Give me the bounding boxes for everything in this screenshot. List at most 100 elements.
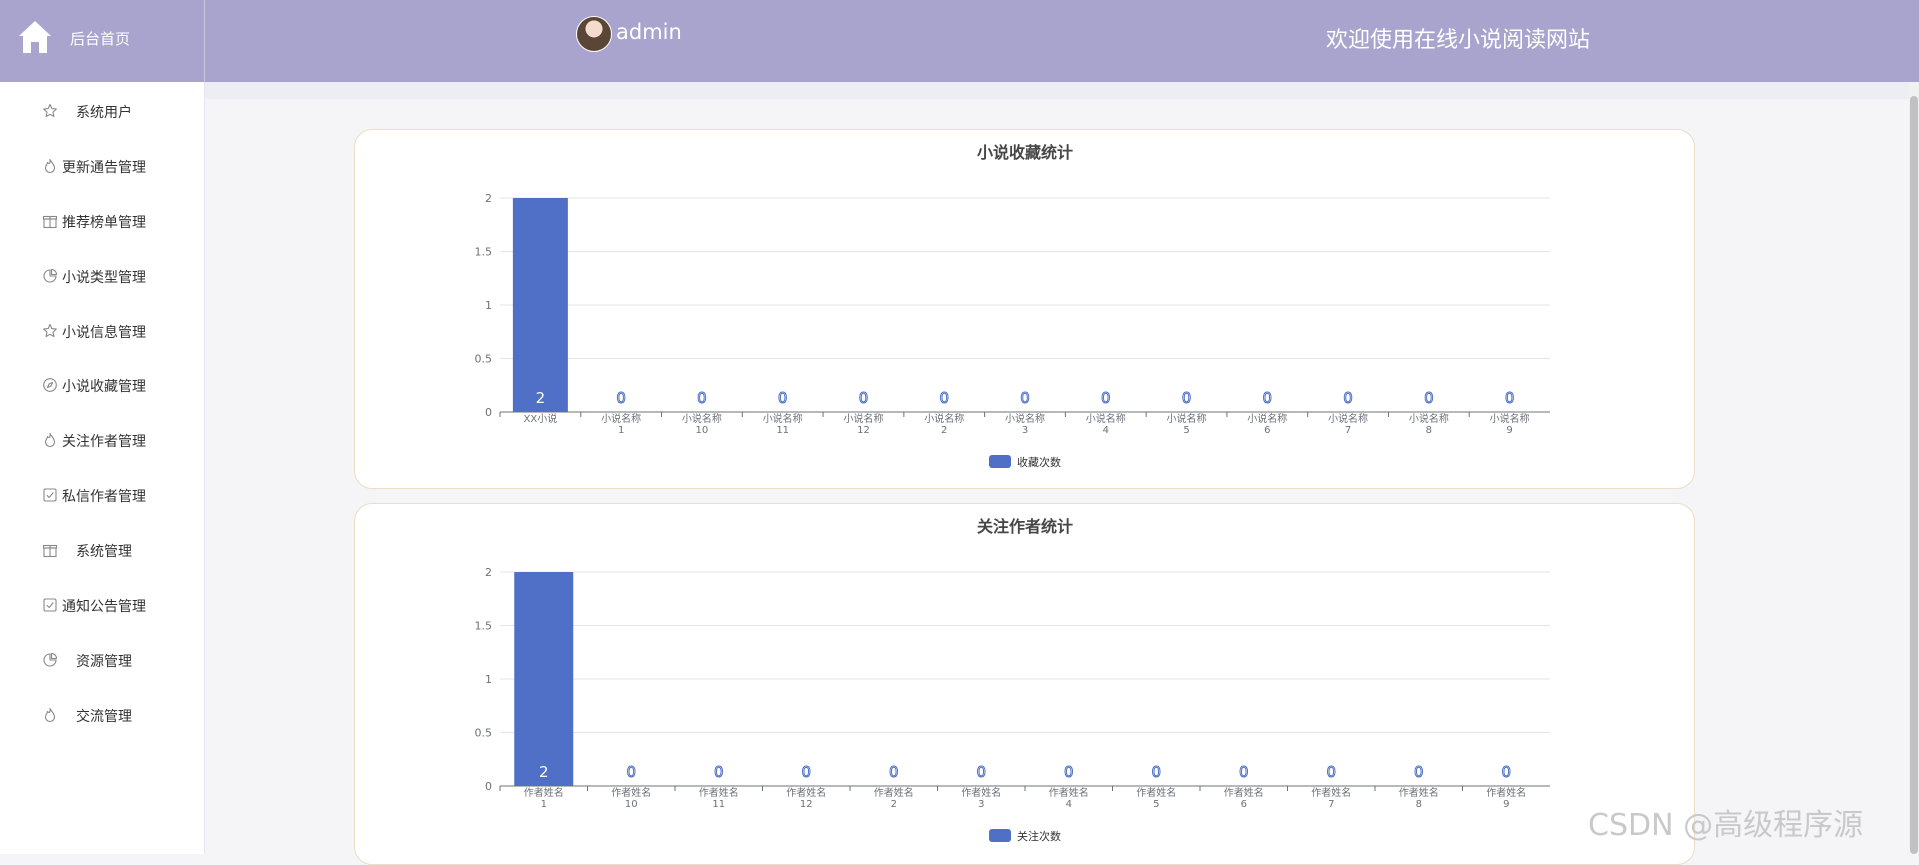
fire-icon (44, 707, 56, 723)
home-label: 后台首页 (70, 30, 131, 48)
follows-chart: 关注作者统计00.511.522作者姓名 10作者姓名 100作者姓名 110作者姓名… (475, 517, 1550, 843)
sidebar-item-label: 小说收藏管理 (62, 379, 146, 395)
sidebar-item-label: 更新通告管理 (62, 160, 146, 176)
bar-value-label: 0 (1326, 763, 1336, 781)
welcome-text: 欢迎使用在线小说阅读网站 (1326, 28, 1591, 53)
chart-panel-follows: 关注作者统计 0 0.5 1 1.5 2 2 作者姓名 1 0 作者姓名 10 0 作者姓名 11 0 作者姓名… (354, 503, 1695, 865)
sidebar-item-update-notice[interactable]: 更新通告管理 (0, 146, 204, 186)
x-tick-label: 小说名称 6 (1247, 412, 1287, 436)
x-tick-label: 小说名称 5 (1167, 412, 1207, 436)
x-tick-label: 作者姓名 12 (786, 786, 826, 810)
bar-value-label: 0 (697, 389, 707, 407)
x-tick-label: 小说名称 1 (601, 412, 641, 436)
bar-value-label: 2 (536, 389, 546, 407)
x-tick-label: 作者姓名 1 (524, 786, 564, 810)
x-tick-label: 作者姓名 11 (699, 786, 739, 810)
x-tick-label: 小说名称 4 (1086, 412, 1126, 436)
y-tick-label: 0.5 (475, 727, 493, 740)
sidebar-item-system-management[interactable]: 系统管理 (0, 530, 204, 570)
scrollbar-thumb[interactable] (1910, 96, 1918, 854)
x-tick-label: 作者姓名 9 (1486, 786, 1526, 810)
sidebar-item-label: 小说类型管理 (62, 270, 146, 286)
sidebar-item-label: 交流管理 (76, 709, 132, 725)
x-tick-label: 作者姓名 10 (611, 786, 651, 810)
x-tick-label: 作者姓名 6 (1224, 786, 1264, 810)
bar-value-label: 0 (778, 389, 788, 407)
bar-value-label: 0 (939, 389, 949, 407)
sidebar-item-label: 通知公告管理 (62, 599, 146, 615)
x-tick-label: XX小说 (524, 412, 558, 425)
sidebar-item-novel-info[interactable]: 小说信息管理 (0, 311, 204, 351)
bar-value-label: 0 (1020, 389, 1030, 407)
bar-value-label: 0 (1263, 389, 1273, 407)
sidebar-item-recommend-list[interactable]: 推荐榜单管理 (0, 201, 204, 241)
bar-value-label: 0 (1239, 763, 1249, 781)
x-tick-label: 作者姓名 4 (1049, 786, 1089, 810)
y-tick-label: 1.5 (475, 620, 493, 633)
home-link[interactable]: 后台首页 (0, 0, 205, 82)
sidebar-item-label: 小说信息管理 (62, 325, 146, 341)
content-top-band (205, 82, 1919, 99)
watermark: CSDN @高级程序源 (1588, 808, 1864, 843)
bar-value-label: 0 (714, 763, 724, 781)
y-tick-label: 2 (485, 192, 492, 205)
x-tick-label: 作者姓名 2 (874, 786, 914, 810)
bar-value-label: 0 (1424, 389, 1434, 407)
sidebar-item-message-author[interactable]: 私信作者管理 (0, 475, 204, 515)
bar-value-label: 0 (889, 763, 899, 781)
sidebar-item-communication[interactable]: 交流管理 (0, 695, 204, 735)
top-header: 后台首页 admin 欢迎使用在线小说阅读网站 (0, 0, 1919, 82)
fire-icon (44, 432, 56, 448)
bar-value-label: 0 (1505, 389, 1515, 407)
y-tick-label: 0 (485, 406, 492, 419)
fire-icon (44, 158, 56, 174)
x-tick-label: 小说名称 9 (1490, 412, 1530, 436)
sidebar-item-resources[interactable]: 资源管理 (0, 640, 204, 680)
sidebar-item-label: 系统用户 (76, 105, 132, 121)
star-icon (43, 323, 57, 338)
chart-panel-favorites: 小说收藏统计 0 0.5 1 1.5 2 2 XX小说 0 小说名称 1 0 小说名称 10 0 小说名称 11… (354, 129, 1695, 489)
gift-icon (42, 544, 58, 558)
sidebar-item-follow-author[interactable]: 关注作者管理 (0, 420, 204, 460)
chart-title: 小说收藏统计 (977, 143, 1073, 162)
home-icon (19, 21, 51, 53)
compass-icon (43, 378, 57, 392)
sidebar-item-novel-type[interactable]: 小说类型管理 (0, 256, 204, 296)
sidebar-item-label: 系统管理 (76, 544, 132, 560)
username[interactable]: admin (616, 20, 682, 44)
y-tick-label: 1.5 (475, 246, 493, 259)
y-tick-label: 0.5 (475, 353, 493, 366)
bar (514, 572, 574, 786)
sidebar-item-label: 私信作者管理 (62, 489, 146, 505)
y-tick-label: 0 (485, 780, 492, 793)
y-tick-label: 2 (485, 566, 492, 579)
x-tick-label: 作者姓名 8 (1399, 786, 1439, 810)
star-icon (43, 103, 57, 118)
gift-icon (42, 215, 58, 229)
bar-value-label: 0 (1501, 763, 1511, 781)
bar (512, 198, 568, 412)
bar-value-label: 0 (859, 389, 869, 407)
sidebar-item-system-users[interactable]: 系统用户 (0, 91, 204, 131)
sidebar-item-novel-favorite[interactable]: 小说收藏管理 (0, 365, 204, 405)
x-tick-label: 小说名称 3 (1005, 412, 1045, 436)
x-tick-label: 作者姓名 7 (1311, 786, 1351, 810)
y-tick-label: 1 (485, 299, 492, 312)
chart-title: 关注作者统计 (977, 517, 1073, 536)
bar-value-label: 0 (1343, 389, 1353, 407)
page-scrollbar[interactable] (1909, 82, 1919, 854)
bar-value-label: 0 (1414, 763, 1424, 781)
sidebar-item-notice[interactable]: 通知公告管理 (0, 585, 204, 625)
sidebar-item-label: 关注作者管理 (62, 434, 146, 450)
x-tick-label: 作者姓名 3 (961, 786, 1001, 810)
avatar[interactable] (576, 16, 612, 52)
bar-value-label: 0 (801, 763, 811, 781)
bar-value-label: 0 (626, 763, 636, 781)
y-tick-label: 1 (485, 673, 492, 686)
bar-value-label: 0 (976, 763, 986, 781)
bar-value-label: 0 (1101, 389, 1111, 407)
sidebar-item-label: 资源管理 (76, 654, 132, 670)
x-tick-label: 小说名称 11 (763, 412, 803, 436)
bar-value-label: 0 (616, 389, 626, 407)
check-square-icon (43, 488, 57, 502)
